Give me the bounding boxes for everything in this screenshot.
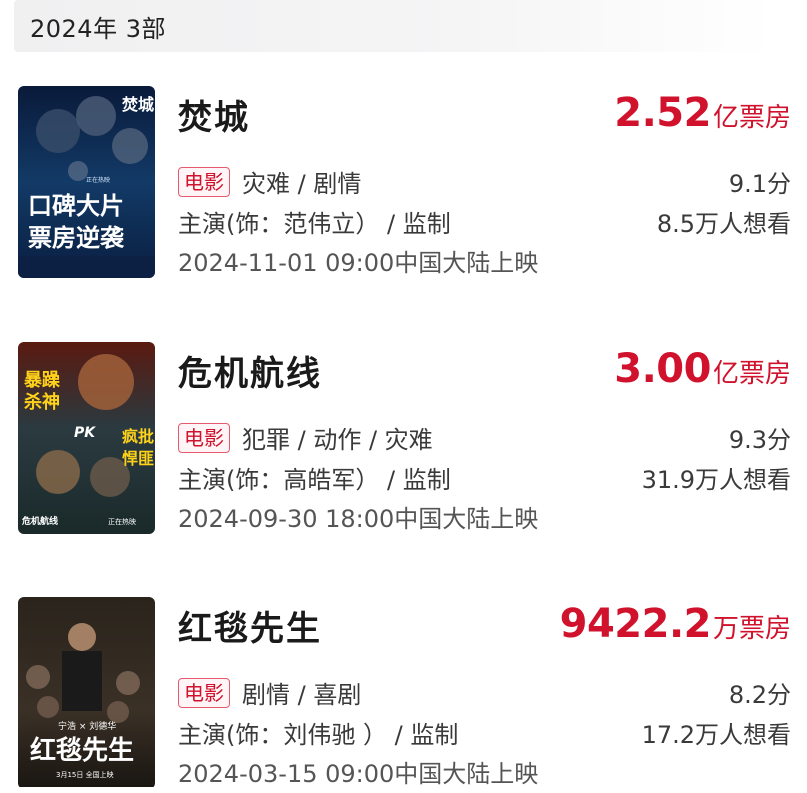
genre-line: 电影 灾难 / 剧情 xyxy=(178,164,361,199)
score: 9.3分 xyxy=(728,426,791,454)
poster-now-showing: 正在热映 xyxy=(86,176,110,184)
poster-title: 红毯先生 xyxy=(30,735,134,766)
movie-title[interactable]: 焚城 xyxy=(178,90,250,139)
poster-image: 暴躁 杀神 PK 疯批 悍匪 危机航线 正在热映 xyxy=(18,342,155,534)
movie-item[interactable]: 宁浩 × 刘德华 红毯先生 3月15日 全国上映 红毯先生 9422.2 万票房… xyxy=(0,597,807,793)
movie-title[interactable]: 危机航线 xyxy=(178,346,322,395)
poster-title: 焚城 xyxy=(122,95,154,114)
poster-slogan-2: 疯批 xyxy=(122,427,154,446)
movie-poster[interactable]: 宁浩 × 刘德华 红毯先生 3月15日 全国上映 xyxy=(18,597,155,789)
movie-poster[interactable]: 暴躁 杀神 PK 疯批 悍匪 危机航线 正在热映 xyxy=(18,342,155,534)
movie-tag: 电影 xyxy=(178,677,230,708)
cast-line: 主演(饰：刘伟驰 ） / 监制 xyxy=(178,721,459,749)
poster-slogan-1: 口碑大片 xyxy=(28,192,124,220)
want-count: 31.9万人想看 xyxy=(641,466,791,494)
movie-poster[interactable]: 焚城 正在热映 口碑大片 票房逆袭 xyxy=(18,86,155,278)
box-office: 2.52 亿票房 xyxy=(614,90,791,136)
genres: 犯罪 / 动作 / 灾难 xyxy=(242,426,433,454)
poster-credits: 宁浩 × 刘德华 xyxy=(58,720,116,732)
box-office-value: 3.00 xyxy=(614,346,711,392)
box-office: 9422.2 万票房 xyxy=(560,601,791,647)
box-office: 3.00 亿票房 xyxy=(614,346,791,392)
genre-line: 电影 犯罪 / 动作 / 灾难 xyxy=(178,420,433,455)
poster-image: 焚城 正在热映 口碑大片 票房逆袭 xyxy=(18,86,155,278)
box-office-value: 9422.2 xyxy=(559,601,712,647)
genre-line: 电影 剧情 / 喜剧 xyxy=(178,675,361,710)
movie-tag: 电影 xyxy=(178,422,230,453)
score: 8.2分 xyxy=(728,681,791,709)
poster-image: 宁浩 × 刘德华 红毯先生 3月15日 全国上映 xyxy=(18,597,155,787)
genres: 灾难 / 剧情 xyxy=(242,170,362,198)
year-header: 2024年 3部 xyxy=(14,0,774,52)
cast-line: 主演(饰：范伟立） / 监制 xyxy=(178,210,451,238)
want-count: 8.5万人想看 xyxy=(656,210,791,238)
release-line: 2024-03-15 09:00中国大陆上映 xyxy=(178,760,539,788)
want-count: 17.2万人想看 xyxy=(641,721,791,749)
movie-item[interactable]: 焚城 正在热映 口碑大片 票房逆袭 焚城 2.52 亿票房 电影 灾难 / 剧情… xyxy=(0,86,807,282)
poster-title: 危机航线 xyxy=(21,515,58,527)
movie-tag: 电影 xyxy=(178,166,230,197)
box-office-value: 2.52 xyxy=(614,90,711,136)
release-line: 2024-11-01 09:00中国大陆上映 xyxy=(178,249,539,277)
poster-now-showing: 正在热映 xyxy=(108,517,136,526)
poster-pk: PK xyxy=(74,425,96,441)
box-office-unit: 亿票房 xyxy=(712,103,791,133)
poster-slogan-2: 票房逆袭 xyxy=(28,224,125,252)
box-office-unit: 万票房 xyxy=(712,614,791,644)
movie-item[interactable]: 暴躁 杀神 PK 疯批 悍匪 危机航线 正在热映 危机航线 3.00 亿票房 电… xyxy=(0,342,807,538)
poster-slogan-2b: 悍匪 xyxy=(122,449,154,468)
movie-title[interactable]: 红毯先生 xyxy=(178,601,322,650)
score: 9.1分 xyxy=(728,170,791,198)
year-label: 2024年 3部 xyxy=(30,14,166,43)
cast-line: 主演(饰：高皓军） / 监制 xyxy=(178,466,451,494)
poster-slogan-1b: 杀神 xyxy=(24,391,60,413)
box-office-unit: 亿票房 xyxy=(712,359,791,389)
release-line: 2024-09-30 18:00中国大陆上映 xyxy=(178,505,539,533)
genres: 剧情 / 喜剧 xyxy=(242,681,362,709)
poster-release: 3月15日 全国上映 xyxy=(56,770,114,779)
poster-slogan-1: 暴躁 xyxy=(24,370,60,391)
